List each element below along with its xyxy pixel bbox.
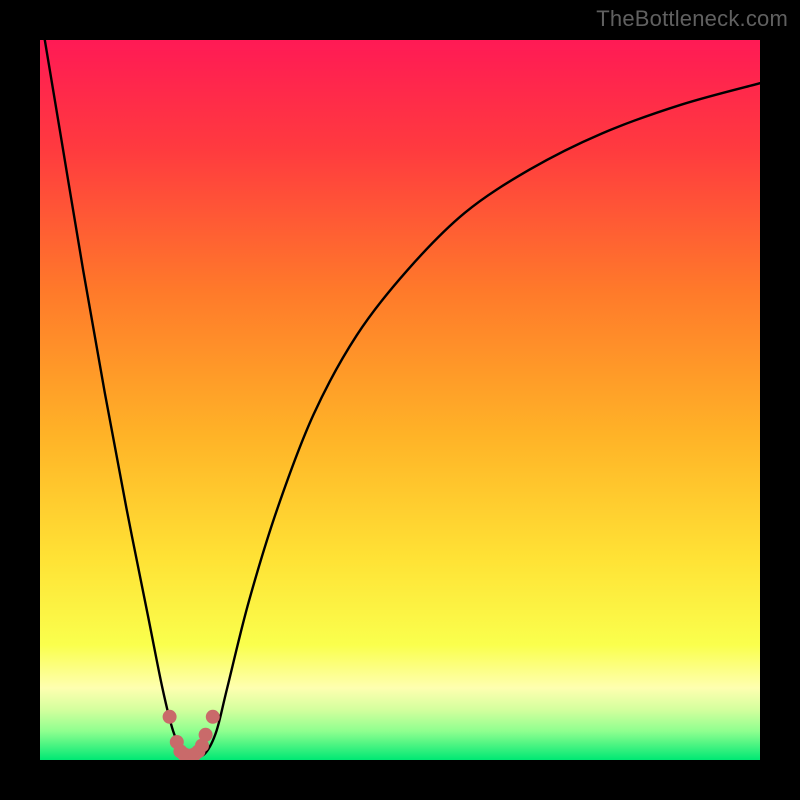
curve-layer [40,40,760,760]
chart-frame: TheBottleneck.com [0,0,800,800]
marker-dot [163,710,177,724]
watermark-text: TheBottleneck.com [596,6,788,32]
marker-dots [163,710,220,760]
bottleneck-curve [40,40,760,756]
marker-dot [199,728,213,742]
marker-dot [206,710,220,724]
plot-area [40,40,760,760]
